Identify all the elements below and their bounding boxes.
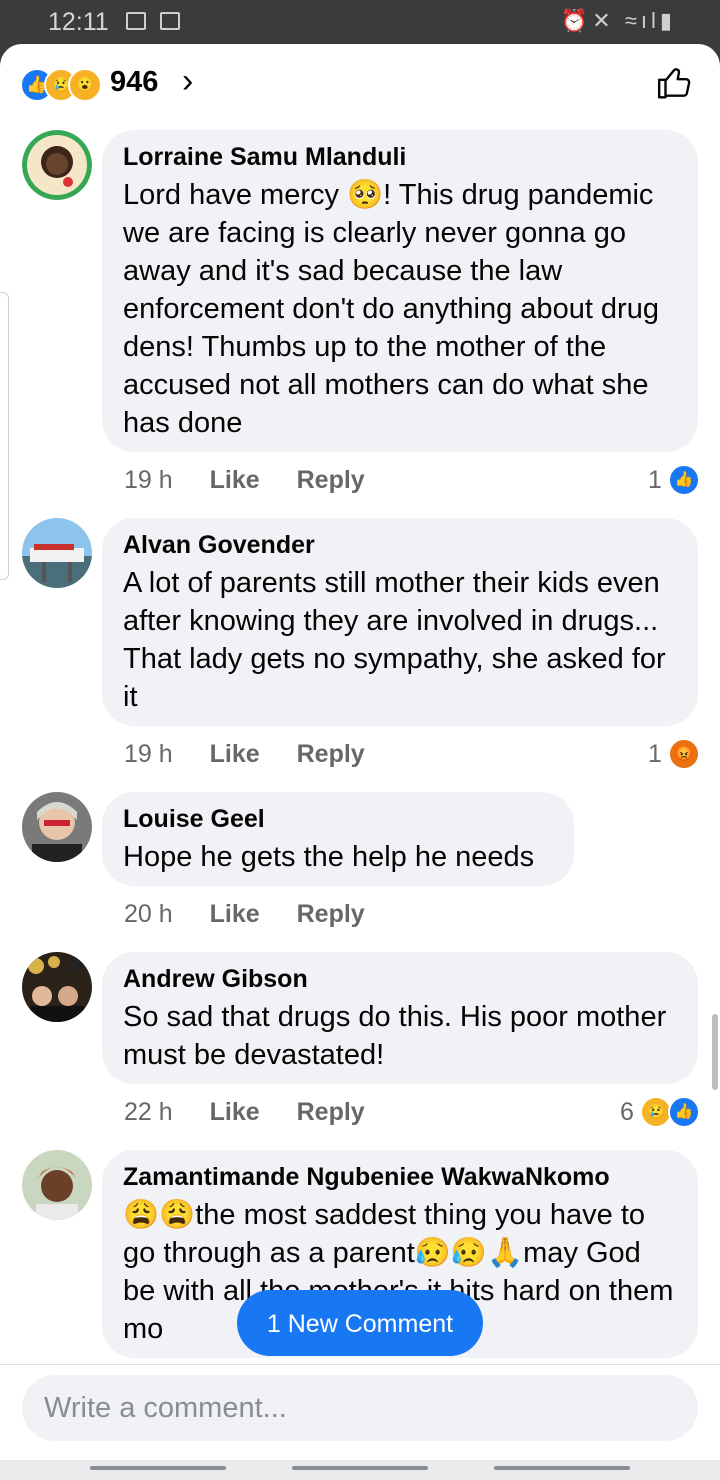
reply-button[interactable]: Reply (297, 1098, 365, 1126)
reply-button[interactable]: Reply (297, 466, 365, 494)
comment-time[interactable]: 19 h (124, 740, 173, 768)
system-nav-bar (0, 1460, 720, 1480)
wow-icon: 😮 (68, 68, 102, 102)
status-bar: 12:11 ⏰✕ ≈ıl▮ (0, 0, 720, 44)
side-panel-edge (0, 292, 9, 580)
comment-actions: 19 h Like Reply (124, 466, 395, 495)
comment-bubble[interactable]: Alvan Govender A lot of parents still mo… (102, 518, 698, 726)
comment-author[interactable]: Lorraine Samu Mlanduli (123, 142, 677, 172)
screen-icon (160, 12, 180, 30)
new-comment-button[interactable]: 1 New Comment (237, 1290, 483, 1356)
avatar[interactable] (22, 130, 92, 200)
comment-reaction-count[interactable]: 6 (620, 1098, 634, 1127)
like-button[interactable]: Like (210, 1098, 260, 1126)
status-time: 12:11 (48, 8, 109, 36)
comment-reaction-count[interactable]: 1 (648, 740, 662, 769)
comment-reaction-count[interactable]: 1 (648, 466, 662, 495)
image-icon (126, 12, 146, 30)
comment-text: A lot of parents still mother their kids… (123, 567, 666, 713)
like-button[interactable]: Like (210, 740, 260, 768)
chevron-right-icon[interactable]: › (182, 62, 193, 101)
avatar[interactable] (22, 792, 92, 862)
avatar[interactable] (22, 518, 92, 588)
comment-actions: 20 h Like Reply (124, 900, 395, 929)
comment-author[interactable]: Alvan Govender (123, 530, 677, 560)
reply-button[interactable]: Reply (297, 900, 365, 928)
reactions-header[interactable]: 👍 😢 😮 946 › (0, 44, 720, 124)
avatar[interactable] (22, 1150, 92, 1220)
comment-time[interactable]: 20 h (124, 900, 173, 928)
like-icon: 👍 (668, 1096, 700, 1128)
comment-author[interactable]: Andrew Gibson (123, 964, 677, 994)
comment-text: Hope he gets the help he needs (123, 841, 535, 873)
comment-author[interactable]: Louise Geel (123, 804, 553, 834)
like-icon: 👍 (668, 464, 700, 496)
scrollbar-thumb[interactable] (712, 1014, 718, 1090)
avatar[interactable] (22, 952, 92, 1022)
comment-bubble[interactable]: Andrew Gibson So sad that drugs do this.… (102, 952, 698, 1084)
nav-back-button[interactable] (494, 1466, 630, 1470)
like-button[interactable]: Like (210, 466, 260, 494)
comments-sheet: 👍 😢 😮 946 › Lorraine Samu Mlanduli Lord … (0, 44, 720, 1480)
comment-bubble[interactable]: Lorraine Samu Mlanduli Lord have mercy 🥺… (102, 130, 698, 452)
signal-icon: ⏰✕ ≈ıl▮ (560, 8, 676, 33)
nav-recent-button[interactable] (90, 1466, 226, 1470)
like-button[interactable]: Like (210, 900, 260, 928)
comment-text: Lord have mercy 🥺! This drug pandemic we… (123, 179, 659, 439)
reply-button[interactable]: Reply (297, 740, 365, 768)
like-outline-icon[interactable] (656, 64, 694, 102)
comment-author[interactable]: Zamantimande Ngubeniee WakwaNkomo (123, 1162, 677, 1192)
comment-actions: 19 h Like Reply (124, 740, 395, 769)
comment-actions: 22 h Like Reply (124, 1098, 395, 1127)
comment-bubble[interactable]: Louise Geel Hope he gets the help he nee… (102, 792, 574, 886)
comment-text: So sad that drugs do this. His poor moth… (123, 1001, 667, 1071)
comment-time[interactable]: 22 h (124, 1098, 173, 1126)
angry-icon: 😡 (668, 738, 700, 770)
nav-home-button[interactable] (292, 1466, 428, 1470)
comment-time[interactable]: 19 h (124, 466, 173, 494)
comment-input[interactable] (22, 1375, 698, 1441)
reaction-count[interactable]: 946 (110, 66, 158, 99)
